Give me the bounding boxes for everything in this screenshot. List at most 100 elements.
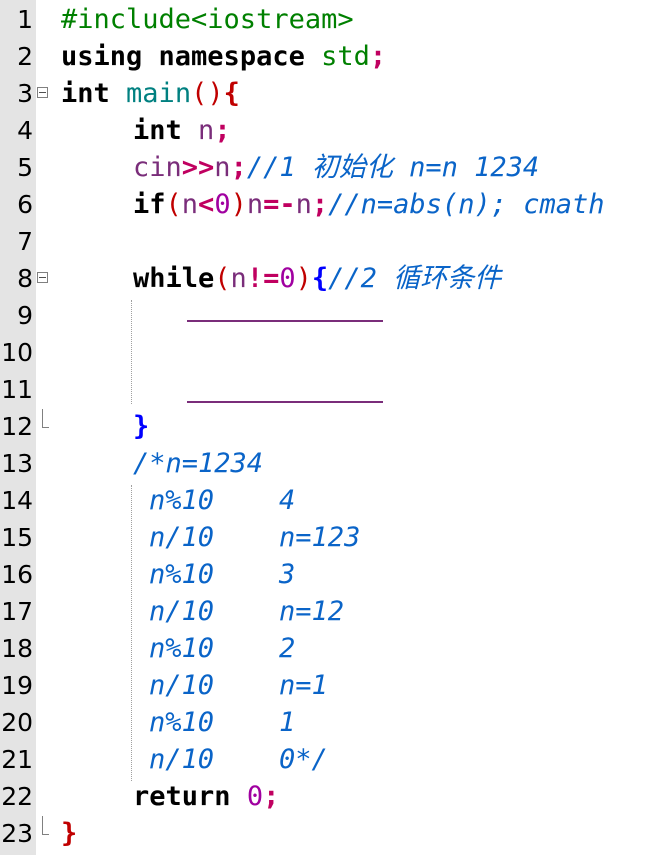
line-text[interactable]: n%10 3 xyxy=(149,558,295,592)
line-text[interactable]: cin>>n;//1 初始化 n=n 1234 xyxy=(133,151,539,185)
code-line[interactable]: 10 xyxy=(0,335,652,372)
code-line[interactable]: 2 using namespace std; xyxy=(0,39,652,76)
token: =- xyxy=(263,189,296,220)
token: std xyxy=(321,41,370,72)
line-text[interactable]: n/10 0*/ xyxy=(149,743,328,777)
line-text[interactable]: n%10 4 xyxy=(149,484,295,518)
token: () xyxy=(191,78,224,109)
code-line[interactable]: 17 n/10 n=12 xyxy=(0,594,652,631)
code-line[interactable]: 6 if(n<0)n=-n;//n=abs(n); cmath xyxy=(0,187,652,224)
token: != xyxy=(246,263,280,294)
token: ; xyxy=(311,189,329,220)
token: cin xyxy=(133,152,182,183)
line-number: 8 xyxy=(17,264,33,293)
line-number: 7 xyxy=(17,227,33,256)
fill-in-blank[interactable] xyxy=(187,401,383,403)
fold-minus-icon[interactable] xyxy=(37,272,48,283)
token: } xyxy=(133,411,150,442)
token: main xyxy=(126,78,192,109)
line-number: 19 xyxy=(1,671,33,700)
line-text[interactable]: n%10 2 xyxy=(149,632,295,666)
fold-end-icon xyxy=(42,816,49,835)
code-line[interactable]: 8 while(n!=0){//2 循环条件 xyxy=(0,261,652,298)
token: #include<iostream> xyxy=(61,4,354,35)
indent-guide xyxy=(131,300,132,404)
comment: //n=abs(n); cmath xyxy=(328,189,605,220)
token: n xyxy=(230,263,247,294)
fold-minus-icon[interactable] xyxy=(37,87,48,98)
code-line[interactable]: 19 n/10 n=1 xyxy=(0,668,652,705)
code-line[interactable]: 11 xyxy=(0,372,652,409)
comment: n%10 4 xyxy=(149,485,296,516)
indent-guide xyxy=(131,485,132,781)
code-line[interactable]: 4 int n; xyxy=(0,113,652,150)
line-text[interactable]: int n; xyxy=(133,114,231,148)
code-line[interactable]: 21 n/10 0*/ xyxy=(0,742,652,779)
line-number: 12 xyxy=(1,412,33,441)
comment: /*n=1234 xyxy=(133,448,264,479)
code-line[interactable]: 7 xyxy=(0,224,652,261)
line-number: 2 xyxy=(17,42,33,71)
code-editor[interactable]: 1 #include<iostream> 2 using namespace s… xyxy=(0,0,652,855)
token: ) xyxy=(295,263,312,294)
code-line[interactable]: 9 xyxy=(0,298,652,335)
token: } xyxy=(61,818,78,849)
line-text[interactable]: } xyxy=(133,410,149,444)
code-line[interactable]: 14 n%10 4 xyxy=(0,483,652,520)
token: ( xyxy=(165,189,182,220)
token: ( xyxy=(214,263,231,294)
token: while xyxy=(133,263,215,294)
token: return xyxy=(133,781,231,812)
line-number: 22 xyxy=(1,782,33,811)
line-text[interactable]: return 0; xyxy=(133,780,279,814)
line-text[interactable]: using namespace std; xyxy=(61,40,386,74)
code-line[interactable]: 13 /*n=1234 xyxy=(0,446,652,483)
token: int xyxy=(61,78,110,109)
fill-in-blank[interactable] xyxy=(187,320,383,322)
token: int xyxy=(133,115,182,146)
line-number: 13 xyxy=(1,449,33,478)
line-text[interactable]: /*n=1234 xyxy=(133,447,263,481)
code-line[interactable]: 12 } xyxy=(0,409,652,446)
line-text[interactable]: n/10 n=123 xyxy=(149,521,360,555)
code-line[interactable]: 18 n%10 2 xyxy=(0,631,652,668)
line-text[interactable]: } xyxy=(61,817,77,851)
token: { xyxy=(311,263,329,294)
code-line[interactable]: 15 n/10 n=123 xyxy=(0,520,652,557)
line-text[interactable]: n%10 1 xyxy=(149,706,295,740)
code-line[interactable]: 3 int main(){ xyxy=(0,76,652,113)
line-number: 3 xyxy=(17,79,33,108)
code-line[interactable]: 20 n%10 1 xyxy=(0,705,652,742)
token: namespace xyxy=(142,41,322,72)
line-number: 4 xyxy=(17,116,33,145)
line-text[interactable]: int main(){ xyxy=(61,77,240,111)
line-text[interactable]: n/10 n=12 xyxy=(149,595,344,629)
token: { xyxy=(223,78,240,109)
token: 0 xyxy=(279,263,296,294)
line-number: 17 xyxy=(1,597,33,626)
line-text[interactable]: while(n!=0){//2 循环条件 xyxy=(133,262,501,296)
code-line[interactable]: 16 n%10 3 xyxy=(0,557,652,594)
token: n xyxy=(295,189,312,220)
code-line[interactable]: 22 return 0; xyxy=(0,779,652,816)
code-line[interactable]: 1 #include<iostream> xyxy=(0,2,652,39)
comment: n/10 n=123 xyxy=(149,522,361,553)
line-text[interactable]: #include<iostream> xyxy=(61,3,354,37)
comment: n/10 0*/ xyxy=(149,744,328,775)
token: n xyxy=(246,189,264,220)
line-number: 23 xyxy=(1,819,33,848)
token: using xyxy=(61,41,143,72)
token: n xyxy=(181,189,199,220)
line-number: 11 xyxy=(1,375,33,404)
line-text[interactable]: if(n<0)n=-n;//n=abs(n); cmath xyxy=(133,188,605,222)
code-line[interactable]: 5 cin>>n;//1 初始化 n=n 1234 xyxy=(0,150,652,187)
line-text[interactable]: n/10 n=1 xyxy=(149,669,328,703)
line-number: 9 xyxy=(17,301,33,330)
token: 0 xyxy=(246,781,264,812)
line-number: 20 xyxy=(1,708,33,737)
fold-end-icon xyxy=(42,409,49,428)
token: ) xyxy=(230,189,247,220)
code-line[interactable]: 23 } xyxy=(0,816,652,853)
